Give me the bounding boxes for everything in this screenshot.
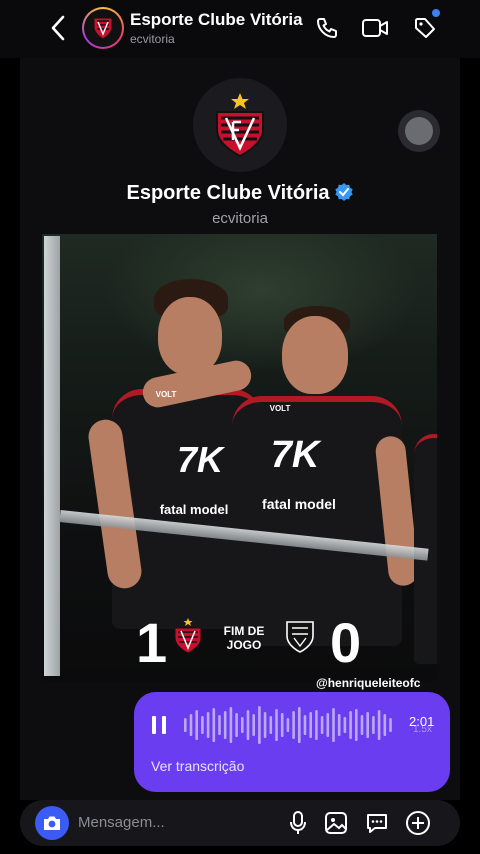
shared-post-image[interactable]: 7K 7K fatal model fatal model VOLT VOLT — [42, 234, 437, 681]
camera-button[interactable] — [35, 806, 69, 840]
home-crest-icon — [174, 618, 202, 654]
waveform-bar — [195, 710, 198, 740]
waveform-bar — [235, 713, 238, 737]
tag-button[interactable] — [411, 14, 439, 42]
waveform-bar — [298, 707, 301, 743]
sponsor-text-left: fatal model — [159, 502, 229, 517]
sponsor-text-right: fatal model — [262, 496, 336, 512]
waveform-bar — [223, 711, 227, 739]
chat-handle: ecvitoria — [130, 32, 175, 46]
camera-icon — [44, 816, 60, 830]
waveform-bar — [355, 709, 358, 741]
waveform-bar — [229, 707, 233, 743]
waveform-bar — [280, 713, 284, 737]
pause-icon — [152, 716, 156, 734]
back-button[interactable] — [44, 12, 72, 44]
sponsor-small-left: VOLT — [155, 390, 177, 399]
score-home: 1 — [136, 611, 168, 674]
profile-handle: ecvitoria — [212, 210, 268, 227]
tag-icon — [415, 18, 435, 38]
waveform-bar — [258, 706, 261, 744]
waveform-bar — [212, 708, 216, 742]
playback-speed[interactable]: 1.5x — [413, 724, 432, 735]
verified-badge-icon — [334, 183, 353, 201]
waveform-bar — [360, 715, 364, 735]
waveform-bar — [252, 714, 255, 736]
phone-icon — [317, 18, 337, 38]
message-input[interactable]: Mensagem... — [78, 814, 165, 831]
waveform-bar — [320, 716, 324, 734]
video-icon — [362, 19, 388, 37]
sticker-button[interactable] — [362, 808, 392, 838]
profile-name[interactable]: Esporte Clube Vitória — [0, 182, 480, 205]
club-crest-icon — [216, 93, 264, 158]
sticker-icon — [367, 814, 387, 833]
waveform-bar — [246, 710, 250, 740]
waveform-bar — [206, 712, 210, 738]
away-crest-icon — [286, 621, 314, 653]
plus-icon — [406, 811, 430, 835]
gallery-icon — [325, 812, 347, 834]
waveform-bar — [269, 716, 273, 734]
add-button[interactable] — [403, 808, 433, 838]
waveform-bar — [275, 709, 278, 741]
back-icon — [51, 15, 65, 41]
photographer-watermark: @henriqueleiteofc — [316, 676, 421, 690]
waveform-bar — [372, 716, 375, 734]
voice-call-button[interactable] — [313, 14, 341, 42]
microphone-icon — [290, 811, 306, 834]
waveform-bar — [389, 718, 392, 732]
view-transcription-link[interactable]: Ver transcrição — [151, 758, 244, 774]
waveform-bar — [326, 713, 330, 737]
waveform-bar — [292, 711, 295, 739]
pause-button[interactable] — [152, 716, 166, 734]
profile-avatar[interactable] — [193, 78, 287, 172]
waveform-bar — [366, 712, 369, 738]
microphone-button[interactable] — [283, 808, 313, 838]
floating-bubble[interactable] — [398, 110, 440, 152]
header-avatar[interactable] — [82, 7, 124, 49]
sponsor-small-right: VOLT — [269, 404, 291, 413]
waveform-bar — [201, 716, 204, 734]
waveform-bar — [241, 717, 244, 733]
sponsor-logo-right: 7K — [270, 434, 320, 476]
waveform-bar — [337, 714, 341, 736]
waveform-bar — [349, 711, 352, 739]
club-crest-icon — [93, 17, 113, 40]
waveform-bar — [218, 715, 221, 735]
waveform[interactable] — [182, 704, 396, 746]
waveform-bar — [263, 712, 267, 738]
waveform-bar — [303, 715, 307, 735]
waveform-bar — [343, 717, 347, 733]
score-away: 0 — [330, 611, 362, 674]
waveform-bar — [332, 708, 335, 742]
waveform-bar — [315, 710, 318, 740]
sponsor-logo-left: 7K — [176, 439, 224, 480]
notification-dot — [432, 9, 440, 17]
waveform-bar — [189, 714, 193, 736]
waveform-bar — [383, 714, 387, 736]
gallery-button[interactable] — [321, 808, 351, 838]
goal-post — [44, 236, 60, 676]
waveform-bar — [286, 718, 290, 732]
match-status: FIM DE JOGO — [223, 624, 265, 652]
waveform-bar — [309, 712, 312, 738]
waveform-bar — [377, 710, 381, 740]
video-call-button[interactable] — [361, 14, 389, 42]
chat-title[interactable]: Esporte Clube Vitória — [130, 10, 308, 30]
waveform-bar — [184, 718, 187, 732]
